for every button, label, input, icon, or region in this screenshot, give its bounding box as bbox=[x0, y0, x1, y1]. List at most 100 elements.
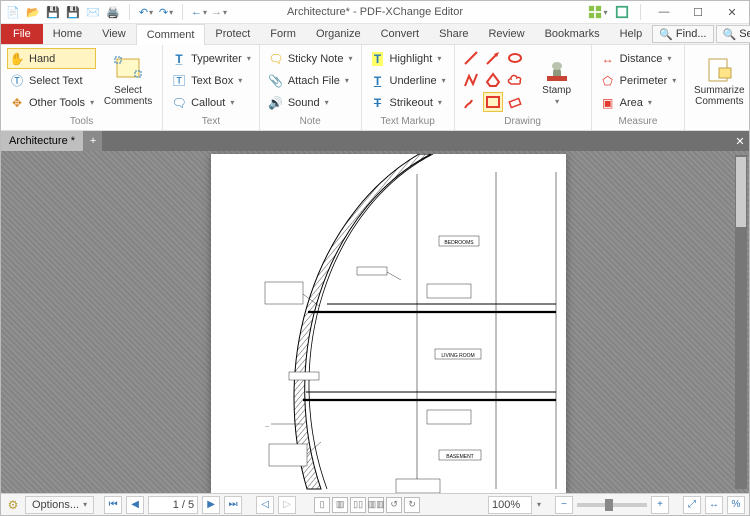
prev-view-button[interactable]: ◁ bbox=[256, 496, 274, 514]
select-text-icon: Ⓣ bbox=[9, 73, 25, 89]
vertical-scrollbar[interactable] bbox=[735, 155, 747, 489]
next-page-button[interactable]: ▶ bbox=[202, 496, 220, 514]
distance-tool[interactable]: ↔Distance▾ bbox=[598, 48, 679, 69]
undo-icon[interactable]: ↶▾ bbox=[138, 4, 154, 20]
architectural-drawing: BEDROOMS LIVING ROOM BASEMENT — bbox=[211, 154, 566, 493]
tab-help[interactable]: Help bbox=[610, 24, 653, 44]
perimeter-tool[interactable]: ⬠Perimeter▾ bbox=[598, 70, 679, 91]
tab-share[interactable]: Share bbox=[429, 24, 478, 44]
page-input[interactable]: 1 / 5 bbox=[148, 496, 198, 514]
document-viewport[interactable]: BEDROOMS LIVING ROOM BASEMENT — bbox=[1, 151, 749, 493]
attach-icon: 📎 bbox=[268, 73, 284, 89]
polygon-shape[interactable] bbox=[483, 70, 503, 90]
rectangle-shape[interactable] bbox=[483, 92, 503, 112]
highlight-tool[interactable]: THighlight▾ bbox=[368, 48, 448, 69]
gears-icon[interactable]: ⚙ bbox=[5, 497, 21, 513]
group-label: Drawing bbox=[461, 116, 585, 130]
close-button[interactable]: ✕ bbox=[717, 3, 747, 21]
group-label: Tools bbox=[7, 116, 156, 130]
typewriter-tool[interactable]: T̲Typewriter▾ bbox=[169, 48, 253, 69]
svg-text:BEDROOMS: BEDROOMS bbox=[444, 240, 474, 246]
line-shape[interactable] bbox=[461, 48, 481, 68]
save-all-icon[interactable]: 💾 bbox=[65, 4, 81, 20]
prev-page-button[interactable]: ◀ bbox=[126, 496, 144, 514]
perimeter-icon: ⬠ bbox=[600, 73, 616, 89]
last-page-button[interactable]: ⏭ bbox=[224, 496, 242, 514]
zoom-in-button[interactable]: + bbox=[651, 496, 669, 514]
options-button[interactable]: Options...▾ bbox=[25, 496, 94, 514]
callout-tool[interactable]: 🗨Callout▾ bbox=[169, 92, 253, 113]
eraser-shape[interactable] bbox=[505, 92, 525, 112]
textbox-icon: 🅃 bbox=[171, 73, 187, 89]
tab-view[interactable]: View bbox=[92, 24, 136, 44]
oval-shape[interactable] bbox=[505, 48, 525, 68]
fullscreen-icon[interactable] bbox=[612, 3, 632, 21]
zoom-slider[interactable] bbox=[577, 503, 647, 507]
tab-form[interactable]: Form bbox=[260, 24, 306, 44]
first-page-button[interactable]: ⏮ bbox=[104, 496, 122, 514]
zoom-input[interactable]: 100% bbox=[488, 496, 532, 514]
tab-home[interactable]: Home bbox=[43, 24, 92, 44]
attach-file-tool[interactable]: 📎Attach File▾ bbox=[266, 70, 355, 91]
underline-tool[interactable]: TUnderline▾ bbox=[368, 70, 448, 91]
zoom-actual-button[interactable]: % bbox=[727, 496, 745, 514]
find-button[interactable]: 🔍Find... bbox=[652, 25, 713, 43]
save-icon[interactable]: 💾 bbox=[45, 4, 61, 20]
find-icon: 🔍 bbox=[659, 28, 673, 41]
tab-bookmarks[interactable]: Bookmarks bbox=[535, 24, 610, 44]
tab-comment[interactable]: Comment bbox=[136, 24, 206, 45]
prev-view-icon[interactable]: ←▾ bbox=[191, 4, 207, 20]
fit-page-button[interactable]: ⤢ bbox=[683, 496, 701, 514]
select-comments-button[interactable]: Select Comments bbox=[100, 48, 156, 114]
summarize-comments-button[interactable]: Summarize Comments bbox=[691, 48, 747, 114]
sound-tool[interactable]: 🔊Sound▾ bbox=[266, 92, 355, 113]
text-box-tool[interactable]: 🅃Text Box▾ bbox=[169, 70, 253, 91]
zoom-knob[interactable] bbox=[605, 499, 613, 511]
minimize-button[interactable]: — bbox=[649, 3, 679, 21]
tab-organize[interactable]: Organize bbox=[306, 24, 371, 44]
close-doc-button[interactable]: ✕ bbox=[731, 131, 749, 151]
file-menu[interactable]: File bbox=[1, 24, 43, 44]
pencil-shape[interactable] bbox=[461, 92, 481, 112]
area-tool[interactable]: ▣Area▾ bbox=[598, 92, 679, 113]
other-tools-icon: ✥ bbox=[9, 95, 25, 111]
tab-protect[interactable]: Protect bbox=[205, 24, 260, 44]
email-icon[interactable]: ✉️ bbox=[85, 4, 101, 20]
search-button[interactable]: 🔍Search... bbox=[716, 25, 750, 43]
layout-facing-continuous[interactable]: ▥▥ bbox=[368, 497, 384, 513]
polyline-shape[interactable] bbox=[461, 70, 481, 90]
redo-icon[interactable]: ↷▾ bbox=[158, 4, 174, 20]
fit-width-button[interactable]: ↔ bbox=[705, 496, 723, 514]
layout-rotate-left[interactable]: ↺ bbox=[386, 497, 402, 513]
next-view-button[interactable]: ▷ bbox=[278, 496, 296, 514]
hand-tool[interactable]: ✋Hand bbox=[7, 48, 96, 69]
cloud-shape[interactable] bbox=[505, 70, 525, 90]
new-tab-button[interactable]: + bbox=[84, 131, 102, 151]
next-view-icon[interactable]: →▾ bbox=[211, 4, 227, 20]
tab-review[interactable]: Review bbox=[478, 24, 534, 44]
layout-facing[interactable]: ▯▯ bbox=[350, 497, 366, 513]
layout-rotate-right[interactable]: ↻ bbox=[404, 497, 420, 513]
print-icon[interactable]: 🖨️ bbox=[105, 4, 121, 20]
zoom-out-button[interactable]: − bbox=[555, 496, 573, 514]
scrollbar-thumb[interactable] bbox=[736, 157, 746, 227]
sticky-note-tool[interactable]: 🗨Sticky Note▾ bbox=[266, 48, 355, 69]
document-tab[interactable]: Architecture * bbox=[1, 131, 84, 151]
tab-convert[interactable]: Convert bbox=[371, 24, 430, 44]
layout-continuous[interactable]: ▥ bbox=[332, 497, 348, 513]
maximize-button[interactable]: ☐ bbox=[683, 3, 713, 21]
open-icon[interactable]: 📂 bbox=[25, 4, 41, 20]
layout-single[interactable]: ▯ bbox=[314, 497, 330, 513]
sound-icon: 🔊 bbox=[268, 95, 284, 111]
stamp-button[interactable]: Stamp▾ bbox=[529, 48, 585, 114]
strikeout-tool[interactable]: TStrikeout▾ bbox=[368, 92, 448, 113]
stamp-icon bbox=[542, 55, 572, 85]
other-tools[interactable]: ✥Other Tools▾ bbox=[7, 92, 96, 113]
arrow-shape[interactable] bbox=[483, 48, 503, 68]
ui-options-icon[interactable]: ▾ bbox=[588, 3, 608, 21]
group-text-markup: THighlight▾ TUnderline▾ TStrikeout▾ Text… bbox=[362, 45, 455, 130]
select-text-tool[interactable]: ⓉSelect Text bbox=[7, 70, 96, 91]
sticky-icon: 🗨 bbox=[268, 51, 284, 67]
svg-text:—: — bbox=[265, 423, 269, 428]
svg-text:LIVING ROOM: LIVING ROOM bbox=[441, 353, 474, 359]
